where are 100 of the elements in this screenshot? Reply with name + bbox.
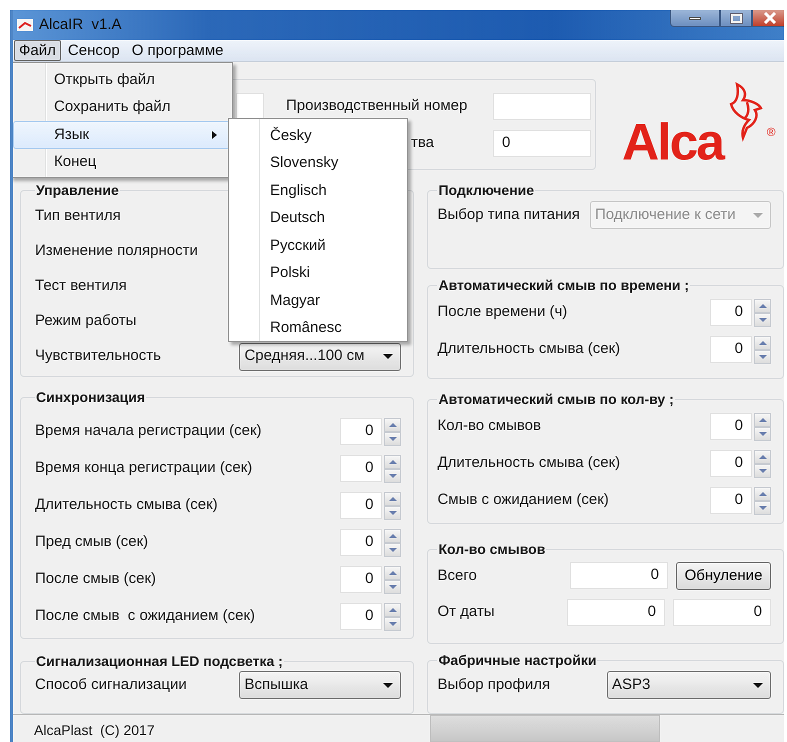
- field-label: Пред смыв (сек): [35, 532, 148, 552]
- spin-down-button[interactable]: [754, 426, 771, 440]
- menu-item[interactable]: Открыть файл: [13, 66, 230, 94]
- field-label: От даты: [437, 602, 495, 622]
- field-label: Производственный номер: [285, 96, 468, 116]
- menu-item[interactable]: Конец: [13, 148, 230, 176]
- spin-up-button[interactable]: [754, 336, 771, 350]
- group-title: Управление: [35, 182, 120, 199]
- group-title: Подключение: [437, 182, 536, 199]
- input-field[interactable]: 0: [493, 130, 591, 156]
- number-field[interactable]: 0: [710, 487, 752, 514]
- field-label: Выбор типа питания: [437, 204, 580, 225]
- spin-down-button[interactable]: [384, 432, 402, 446]
- field-label: Всего: [437, 566, 477, 586]
- field-label: Кол-во смывов: [437, 416, 541, 436]
- field-label: тва: [411, 134, 434, 151]
- spin-up-button[interactable]: [754, 412, 771, 426]
- menu-item[interactable]: Englisch: [231, 177, 405, 204]
- group-title: Сигнализационная LED подсветка ;: [35, 653, 284, 670]
- menu-item[interactable]: Сохранить файл: [13, 94, 230, 121]
- number-field[interactable]: 0: [710, 413, 752, 440]
- input-field[interactable]: [493, 92, 591, 120]
- group-title: Автоматический смыв по кол-ву ;: [437, 391, 675, 408]
- field-label: Режим работы: [35, 311, 136, 332]
- menu-item[interactable]: Magyar: [231, 287, 405, 314]
- number-field[interactable]: 0: [570, 562, 668, 589]
- field-label: Смыв с ожиданием (сек): [437, 490, 609, 510]
- spin-up-button[interactable]: [384, 566, 402, 580]
- menu-item[interactable]: Файл: [14, 40, 61, 61]
- number-field[interactable]: 0: [340, 603, 382, 630]
- spin-up-button[interactable]: [384, 418, 402, 432]
- field-label: Длительность смыва (сек): [437, 453, 620, 474]
- menu-item[interactable]: Сенсор: [62, 40, 125, 61]
- field-label: После смыв с ожиданием (сек): [35, 606, 256, 626]
- field-label: Изменение полярности: [35, 241, 198, 262]
- spin-down-button[interactable]: [384, 616, 402, 630]
- maximize-button[interactable]: [720, 10, 752, 27]
- field-label: Длительность смыва (сек): [35, 495, 218, 516]
- number-field[interactable]: 0: [340, 566, 382, 593]
- reset-button[interactable]: Обнуление: [676, 562, 771, 590]
- close-icon: [762, 12, 776, 24]
- field-label: Чувствительность: [35, 346, 161, 366]
- spin-up-button[interactable]: [384, 528, 402, 542]
- number-field[interactable]: 0: [673, 598, 771, 626]
- number-field[interactable]: 0: [340, 418, 382, 445]
- spin-down-button[interactable]: [384, 468, 402, 482]
- caret-icon: [383, 354, 394, 359]
- menu-item[interactable]: Deutsch: [231, 204, 405, 232]
- caret-icon: [753, 682, 763, 688]
- menu-item[interactable]: О программе: [126, 40, 228, 61]
- spin-up-button[interactable]: [384, 492, 402, 506]
- input-field[interactable]: [236, 92, 264, 120]
- spin-down-button[interactable]: [384, 506, 402, 520]
- spin-up-button[interactable]: [384, 602, 402, 616]
- menu-item[interactable]: Slovensky: [231, 150, 405, 177]
- field-label: После смыв (сек): [35, 569, 156, 590]
- number-field[interactable]: 0: [710, 450, 752, 477]
- field-label: После времени (ч): [437, 302, 568, 322]
- menu-item[interactable]: Polski: [231, 260, 405, 287]
- spin-down-button[interactable]: [754, 312, 771, 326]
- spin-down-button[interactable]: [384, 542, 402, 556]
- close-button[interactable]: [752, 10, 784, 27]
- field-label: Способ сигнализации: [35, 674, 187, 695]
- field-label: Длительность смыва (сек): [437, 339, 620, 360]
- menu-item[interactable]: Язык: [13, 121, 230, 148]
- number-field[interactable]: 0: [340, 492, 382, 519]
- group-title: Автоматический смыв по времени ;: [437, 277, 690, 294]
- window-title: AlcaIR v1.A: [39, 14, 122, 35]
- group-title: Фабричные настройки: [437, 652, 598, 669]
- dropdown[interactable]: Вспышка: [239, 671, 402, 699]
- dropdown[interactable]: ASP3: [607, 671, 771, 699]
- field-label: Время конца регистрации (сек): [35, 458, 252, 478]
- menu-item[interactable]: Românesc: [231, 314, 405, 342]
- field-label: Тест вентиля: [35, 276, 127, 296]
- caret-icon: [753, 212, 763, 218]
- spin-down-button[interactable]: [754, 500, 771, 514]
- number-field[interactable]: 0: [710, 336, 752, 363]
- number-field[interactable]: 0: [567, 598, 665, 626]
- field-label: Время начала регистрации (сек): [35, 421, 262, 442]
- spin-down-button[interactable]: [754, 350, 771, 364]
- status-text: AlcaPlast (C) 2017: [33, 721, 156, 740]
- spin-down-button[interactable]: [754, 464, 771, 478]
- menu-item[interactable]: Русский: [231, 232, 405, 260]
- logo: Alca ®: [620, 74, 784, 169]
- number-field[interactable]: 0: [710, 299, 752, 326]
- spin-up-button[interactable]: [754, 486, 771, 500]
- number-field[interactable]: 0: [340, 529, 382, 556]
- minimize-button[interactable]: [670, 10, 720, 27]
- caret-icon: [383, 682, 394, 688]
- dropdown[interactable]: Средняя...100 см: [239, 342, 402, 370]
- group-title: Кол-во смывов: [437, 541, 546, 558]
- field-label: Тип вентиля: [35, 206, 121, 226]
- app-icon: [17, 19, 33, 31]
- spin-up-button[interactable]: [754, 450, 771, 464]
- spin-up-button[interactable]: [754, 298, 771, 312]
- spin-down-button[interactable]: [384, 580, 402, 594]
- spin-up-button[interactable]: [384, 454, 402, 468]
- field-label: Выбор профиля: [437, 674, 550, 695]
- number-field[interactable]: 0: [340, 455, 382, 482]
- menu-item[interactable]: Česky: [231, 122, 405, 150]
